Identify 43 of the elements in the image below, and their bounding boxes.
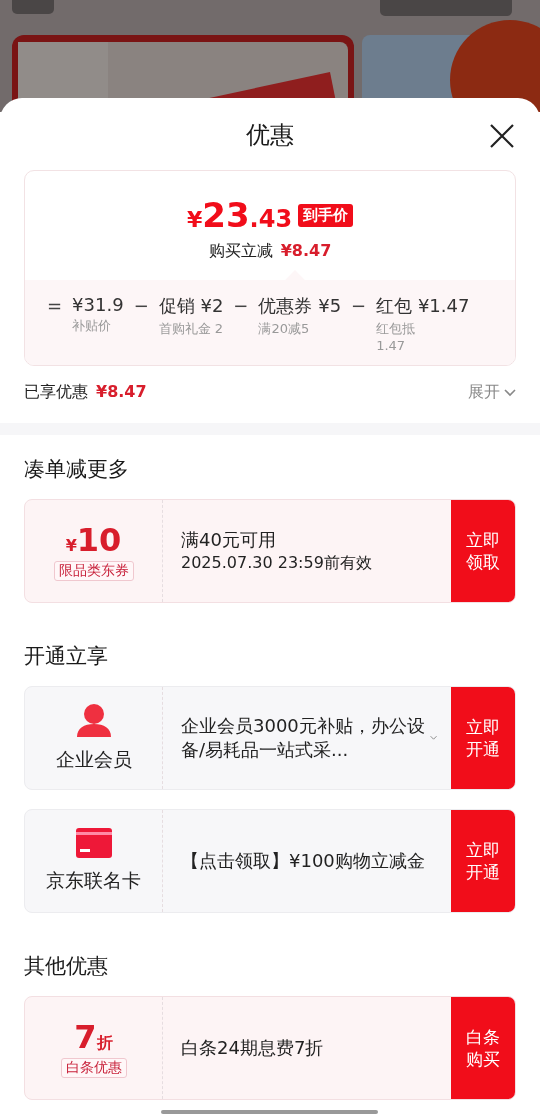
offer-amount: ¥10 [65, 521, 122, 559]
enjoyed-amount: ¥8.47 [96, 382, 147, 403]
card-icon [75, 828, 112, 858]
action-button[interactable]: 立即领取 [451, 500, 515, 602]
breakdown-value: 优惠券 ¥5 [258, 294, 342, 318]
close-button[interactable] [488, 122, 516, 150]
breakdown-note: 首购礼金 2 [158, 320, 224, 338]
breakdown-value: 红包 ¥1.47 [376, 294, 470, 318]
sheet-title: 优惠 [246, 120, 294, 151]
breakdown-note: 满20减5 [258, 320, 310, 338]
operator-sign: − [351, 294, 367, 318]
section-title: 其他优惠 [23, 953, 109, 980]
price-badge: 到手价 [298, 203, 354, 227]
enjoyed-label: 已享优惠 [24, 382, 88, 403]
offer-name: 京东联名卡 [46, 868, 141, 893]
breakdown-note: 补贴价 [72, 317, 112, 335]
savings-label: 购买立减 [208, 241, 273, 262]
expand-toggle[interactable]: 展开 [468, 382, 516, 403]
operator-sign: = [47, 294, 63, 318]
chevron-down-icon [504, 388, 516, 397]
section-title: 凑单减更多 [23, 456, 130, 483]
offer-text: 2025.07.30 23:59前有效 [181, 552, 372, 574]
breakdown-value: ¥31.9 [72, 294, 124, 315]
offer-amount: 7折 [74, 1018, 113, 1056]
offer-text: 白条24期息费7折 [181, 1035, 324, 1060]
breakdown-value: 促销 ¥2 [158, 294, 224, 318]
chevron-down-icon [429, 734, 437, 742]
action-button[interactable]: 白条购买 [451, 997, 515, 1099]
person-icon [75, 703, 112, 737]
operator-sign: − [233, 294, 249, 318]
final-price: ¥23.43 [186, 195, 293, 235]
action-button[interactable]: 立即开通 [451, 687, 515, 789]
offer-tag: 限品类东券 [53, 561, 134, 581]
breakdown-note: 红包抵1.47 [376, 320, 417, 353]
section-title: 开通立享 [23, 643, 109, 670]
offer-name: 企业会员 [55, 747, 132, 772]
operator-sign: − [133, 294, 149, 318]
savings-amount: ¥8.47 [280, 241, 332, 262]
offer-text: 企业会员3000元补贴，办公设备/易耗品一站式采... [181, 713, 426, 762]
offer-text: 满40元可用 [181, 528, 277, 553]
action-button[interactable]: 立即开通 [451, 810, 515, 912]
offer-text: 【点击领取】¥100购物立减金 [181, 848, 425, 873]
offer-tag: 白条优惠 [60, 1058, 127, 1078]
